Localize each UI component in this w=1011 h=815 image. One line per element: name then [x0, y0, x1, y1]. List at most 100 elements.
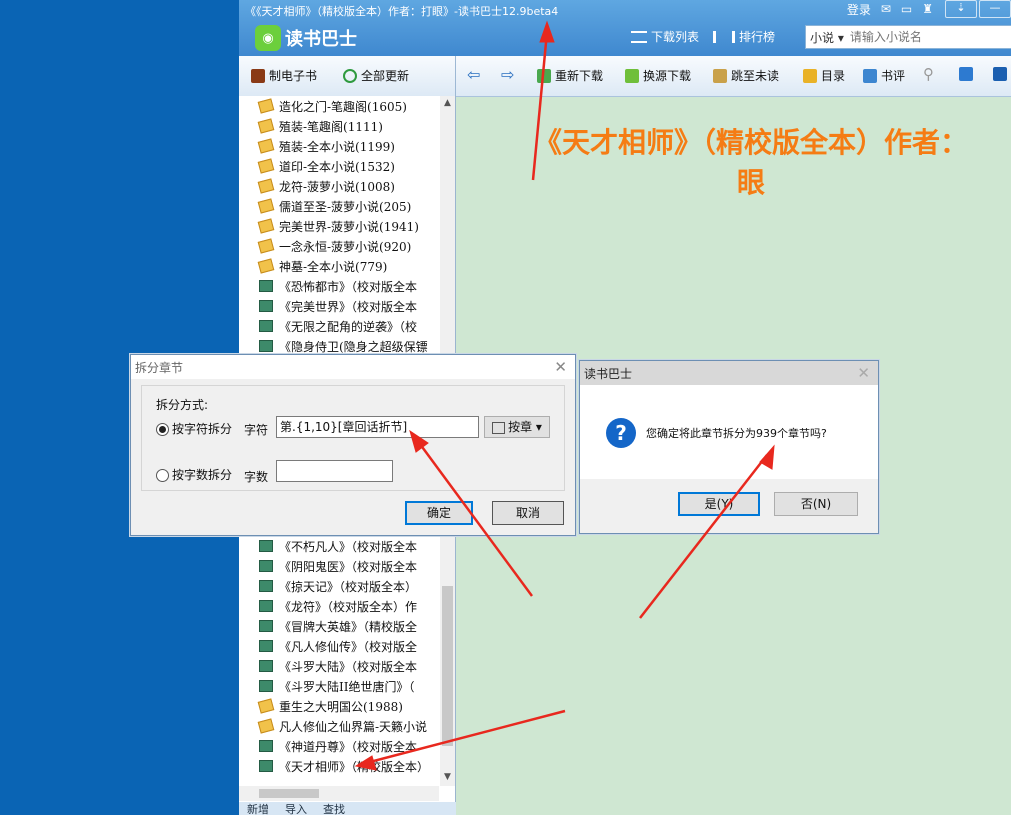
top-nav: 下载列表 排行榜 — [631, 28, 789, 45]
green-book-icon — [259, 620, 273, 632]
book-list-item[interactable]: 一念永恒-菠萝小说(920) — [239, 236, 439, 256]
edit-icon[interactable] — [959, 67, 977, 81]
count-input[interactable] — [276, 460, 393, 482]
back-arrow-icon[interactable]: ⇦ — [467, 65, 480, 84]
search-box: 小说 ▾ — [805, 25, 1011, 49]
book-list-item[interactable]: 《天才相师》（精校版全本） — [239, 756, 439, 776]
yellow-book-icon — [257, 238, 275, 254]
book-list-item[interactable]: 《掠天记》（校对版全本） — [239, 576, 439, 596]
close-icon[interactable]: ✕ — [857, 364, 870, 382]
toc-label: 目录 — [821, 69, 846, 83]
switch-source-button[interactable]: 换源下载 — [625, 67, 691, 84]
book-title: 《恐怖都市》（校对版全本 — [279, 279, 418, 294]
minimize-button[interactable]: — — [979, 0, 1011, 18]
book-list-item[interactable]: 《隐身侍卫(隐身之超级保镖 — [239, 336, 439, 356]
by-count-radio[interactable]: 按字数拆分 — [156, 466, 232, 483]
confirm-message: 您确定将此章节拆分为939个章节吗? — [646, 427, 827, 440]
book-list-item[interactable]: 《冒牌大英雄》（精校版全 — [239, 616, 439, 636]
scroll-down-icon[interactable]: ▼ — [440, 772, 455, 782]
calendar-icon — [492, 421, 506, 434]
dropdown-window-button[interactable]: ⇣ — [945, 0, 977, 18]
shirt-icon[interactable]: ♜ — [922, 2, 933, 16]
login-link[interactable]: 登录 — [847, 1, 871, 18]
book-list-item[interactable]: 《凡人修仙传》（校对版全 — [239, 636, 439, 656]
chat-icon[interactable]: ▭ — [901, 2, 912, 16]
preset-dropdown-button[interactable]: 按章 ▾ — [484, 416, 550, 438]
zoom-search-icon[interactable]: ⚲ — [923, 65, 934, 83]
find-button[interactable]: 查找 — [323, 801, 345, 815]
hscroll-thumb[interactable] — [259, 789, 319, 798]
book-title: 《天才相师》（精校版全本） — [279, 759, 430, 774]
update-all-button[interactable]: 全部更新 — [343, 67, 409, 84]
book-list-item[interactable]: 殖装-全本小说(1199) — [239, 136, 439, 156]
book-title: 《神道丹尊》（校对版全本 — [279, 739, 418, 754]
mail-icon[interactable]: ✉ — [881, 2, 891, 16]
confirm-dialog: 读书巴士 ✕ ? 您确定将此章节拆分为939个章节吗? 是(Y) 否(N) — [579, 360, 879, 534]
toolbar-divider — [455, 56, 456, 96]
ok-button[interactable]: 确定 — [405, 501, 473, 525]
green-book-icon — [259, 680, 273, 692]
book-title: 神墓-全本小说(779) — [279, 259, 388, 274]
search-scope-value: 小说 — [810, 30, 835, 45]
download-list-button[interactable]: 下载列表 — [631, 28, 699, 45]
book-title: 《斗罗大陆》（校对版全本 — [279, 659, 418, 674]
new-button[interactable]: 新增 — [247, 801, 269, 815]
switch-source-icon — [625, 68, 639, 83]
book-list-item[interactable]: 《不朽凡人》（校对版全本 — [239, 536, 439, 556]
book-list-item[interactable]: 道印-全本小说(1532) — [239, 156, 439, 176]
ranking-label: 排行榜 — [739, 30, 776, 44]
radio-checked-icon — [156, 423, 169, 436]
book-list-item[interactable]: 《阴阳鬼医》（校对版全本 — [239, 556, 439, 576]
green-book-icon — [259, 660, 273, 672]
book-list-item[interactable]: 儒道至圣-菠萝小说(205) — [239, 196, 439, 216]
by-char-label: 按字符拆分 — [172, 422, 233, 436]
forward-arrow-icon[interactable]: ⇨ — [501, 65, 514, 84]
preset-label: 按章 — [508, 420, 533, 434]
by-char-radio[interactable]: 按字符拆分 — [156, 420, 232, 437]
import-button[interactable]: 导入 — [285, 801, 307, 815]
book-list-item[interactable]: 《龙符》（校对版全本）作 — [239, 596, 439, 616]
close-icon[interactable]: ✕ — [554, 358, 567, 376]
horizontal-scrollbar[interactable] — [239, 786, 439, 801]
jump-unread-button[interactable]: 跳至未读 — [713, 67, 779, 84]
book-list-item[interactable]: 凡人修仙之仙界篇-天籁小说 — [239, 716, 439, 736]
book-list-item[interactable]: 重生之大明国公(1988) — [239, 696, 439, 716]
search-scope-select[interactable]: 小说 ▾ — [806, 29, 848, 46]
confirm-footer: 是(Y) 否(N) — [580, 479, 878, 533]
book-list-item[interactable]: 《完美世界》（校对版全本 — [239, 296, 439, 316]
yellow-book-icon — [257, 718, 275, 734]
scroll-up-icon[interactable]: ▲ — [440, 98, 455, 108]
book-list-item[interactable]: 完美世界-菠萝小说(1941) — [239, 216, 439, 236]
book-list-item[interactable]: 《斗罗大陆》（校对版全本 — [239, 656, 439, 676]
book-list-item[interactable]: 神墓-全本小说(779) — [239, 256, 439, 276]
bar-chart-icon — [713, 30, 736, 43]
make-ebook-button[interactable]: 制电子书 — [251, 67, 317, 84]
book-title: 一念永恒-菠萝小说(920) — [279, 239, 412, 254]
refresh-icon — [343, 68, 357, 83]
book-list-item[interactable]: 殖装-笔趣阁(1111) — [239, 116, 439, 136]
no-button[interactable]: 否(N) — [774, 492, 858, 516]
book-title: 殖装-笔趣阁(1111) — [279, 119, 383, 134]
book-list-item[interactable]: 造化之门-笔趣阁(1605) — [239, 96, 439, 116]
book-title: 《完美世界》（校对版全本 — [279, 299, 418, 314]
char-pattern-input[interactable]: 第.{1,10}[章回话折节] — [276, 416, 479, 438]
bookmark-icon[interactable] — [993, 67, 1011, 81]
book-list-item[interactable]: 《斗罗大陆II绝世唐门》（ — [239, 676, 439, 696]
cancel-button[interactable]: 取消 — [492, 501, 564, 525]
book-list-item[interactable]: 《恐怖都市》（校对版全本 — [239, 276, 439, 296]
book-title: 《隐身侍卫(隐身之超级保镖 — [279, 339, 428, 354]
book-list-item[interactable]: 《无限之配角的逆袭》（校 — [239, 316, 439, 336]
toc-button[interactable]: 目录 — [803, 67, 845, 84]
book-list-item[interactable]: 龙符-菠萝小说(1008) — [239, 176, 439, 196]
redownload-button[interactable]: 重新下载 — [537, 67, 603, 84]
split-method-group: 拆分方式: 按字符拆分 字符 第.{1,10}[章回话折节] 按章 ▾ 按字数拆… — [141, 385, 565, 491]
book-list-item[interactable]: 《神道丹尊》（校对版全本 — [239, 736, 439, 756]
search-input[interactable] — [847, 29, 1002, 45]
book-title: 《无限之配角的逆袭》（校 — [279, 319, 418, 334]
ebook-icon — [251, 68, 265, 83]
ranking-button[interactable]: 排行榜 — [713, 28, 775, 45]
scroll-thumb[interactable] — [442, 586, 453, 746]
review-button[interactable]: 书评 — [863, 67, 905, 84]
book-heading-line1: 《天才相师》（精校版全本）作者： — [533, 126, 968, 159]
yes-button[interactable]: 是(Y) — [678, 492, 760, 516]
